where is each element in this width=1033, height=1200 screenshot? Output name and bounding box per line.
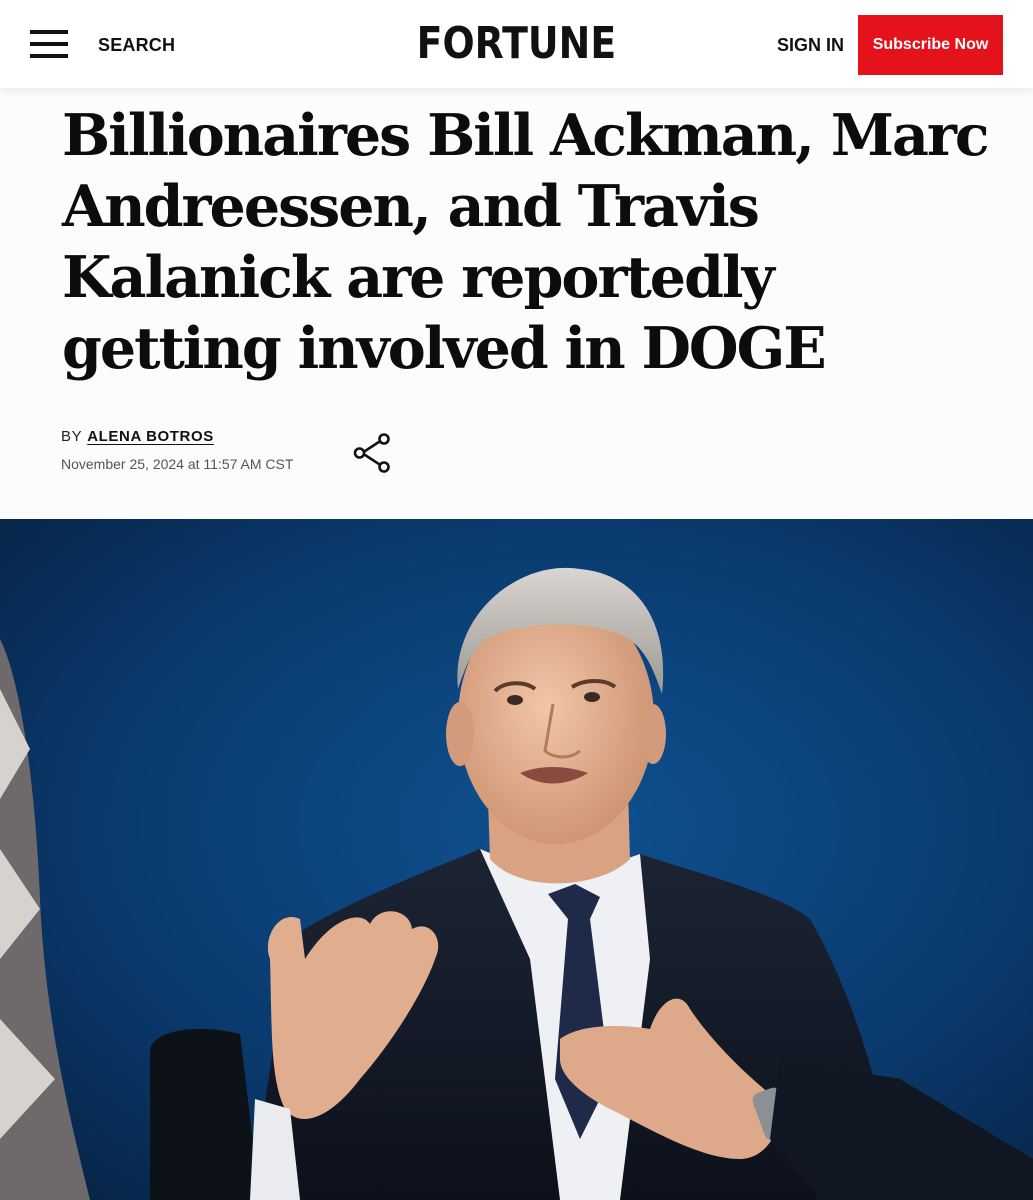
- article-headline: Billionaires Bill Ackman, Marc Andreesse…: [62, 102, 990, 382]
- share-icon[interactable]: [352, 432, 394, 474]
- author-link[interactable]: ALENA BOTROS: [87, 428, 214, 445]
- menu-bar: [30, 30, 68, 34]
- subscribe-button[interactable]: Subscribe Now: [858, 15, 1003, 75]
- menu-bar: [30, 42, 68, 46]
- hero-image: [0, 519, 1033, 1200]
- byline-prefix: BY: [61, 428, 83, 445]
- sign-in-link[interactable]: SIGN IN: [777, 35, 844, 55]
- byline: BY ALENA BOTROS: [61, 428, 214, 446]
- menu-bar: [30, 54, 68, 58]
- publish-date: November 25, 2024 at 11:57 AM CST: [61, 456, 294, 472]
- site-header: SEARCH FORTUNE SIGN IN Subscribe Now: [0, 0, 1033, 88]
- hero-photo-illustration: [0, 519, 1033, 1200]
- hamburger-menu-icon[interactable]: [30, 30, 68, 58]
- share-icon-graphic: [353, 433, 390, 473]
